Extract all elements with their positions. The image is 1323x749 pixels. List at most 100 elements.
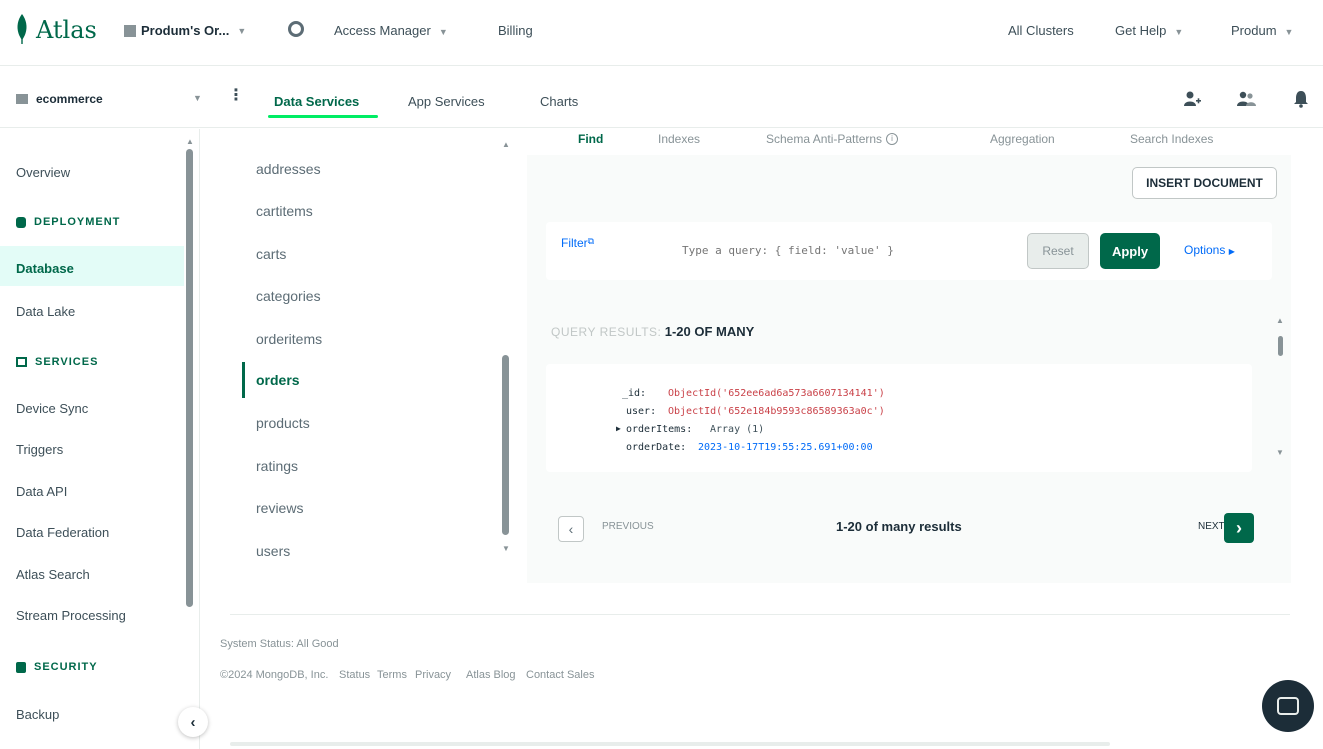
collection-item[interactable]: carts — [256, 246, 286, 262]
filter-label: Filter — [561, 236, 588, 250]
services-icon — [16, 357, 27, 367]
insert-document-button[interactable]: INSERT DOCUMENT — [1132, 167, 1277, 199]
results-summary: 1-20 of many results — [836, 519, 962, 534]
organization-selector[interactable]: Produm's Or... ▼ — [124, 23, 246, 38]
footer-link-contact-sales[interactable]: Contact Sales — [526, 669, 594, 681]
user-name: Produm — [1231, 23, 1277, 38]
previous-page-button[interactable]: ‹ — [558, 516, 584, 542]
collection-item[interactable]: reviews — [256, 500, 303, 516]
collection-item-active[interactable]: orders — [256, 372, 300, 388]
reset-button[interactable]: Reset — [1027, 233, 1089, 269]
chevron-left-icon: ‹ — [190, 713, 196, 731]
tab-app-services[interactable]: App Services — [408, 94, 485, 109]
query-filter-input[interactable] — [646, 237, 1001, 263]
chevron-down-icon: ▼ — [1174, 27, 1184, 37]
tab-search-indexes[interactable]: Search Indexes — [1130, 132, 1213, 146]
results-scrollbar[interactable] — [1278, 336, 1283, 356]
scroll-up-arrow-icon[interactable]: ▲ — [502, 140, 510, 149]
doc-field-key: orderDate: — [626, 442, 687, 453]
scroll-down-arrow-icon[interactable]: ▼ — [502, 544, 510, 553]
footer-divider — [230, 614, 1290, 615]
nav-device-sync[interactable]: Device Sync — [16, 401, 88, 416]
project-name: ecommerce — [36, 92, 103, 106]
doc-field-value: 2023-10-17T19:55:25.691+00:00 — [698, 442, 873, 453]
collections-scrollbar[interactable] — [502, 355, 509, 535]
left-nav-scrollbar[interactable] — [186, 149, 193, 607]
doc-field-key: _id: — [622, 388, 647, 399]
nav-database[interactable]: Database — [16, 261, 74, 276]
user-menu[interactable]: Produm ▼ — [1231, 23, 1293, 38]
collection-item[interactable]: products — [256, 415, 310, 431]
tab-charts[interactable]: Charts — [540, 94, 578, 109]
org-settings-gear-icon[interactable] — [288, 21, 304, 37]
more-options-icon[interactable]: ⋮ — [228, 85, 244, 105]
scroll-up-arrow-icon[interactable]: ▲ — [186, 137, 194, 146]
tab-schema-anti-patterns-label: Schema Anti-Patterns — [766, 132, 883, 146]
previous-label: PREVIOUS — [602, 521, 654, 532]
nav-atlas-search[interactable]: Atlas Search — [16, 567, 90, 582]
chat-icon — [1277, 697, 1299, 715]
expand-caret-icon[interactable]: ▶ — [616, 424, 621, 433]
atlas-logo-text[interactable]: Atlas — [36, 16, 97, 44]
building-icon — [124, 24, 136, 37]
top-navigation-bar: Atlas Produm's Or... ▼ Access Manager ▼ B… — [0, 0, 1323, 66]
scroll-down-arrow-icon[interactable]: ▼ — [1276, 448, 1284, 457]
scroll-up-arrow-icon[interactable]: ▲ — [1276, 316, 1284, 325]
collection-item[interactable]: addresses — [256, 161, 321, 177]
project-selector[interactable]: ecommerce — [16, 92, 103, 106]
apply-button[interactable]: Apply — [1100, 233, 1160, 269]
doc-field-value: ObjectId('652e184b9593c86589363a0c') — [668, 406, 885, 417]
system-status[interactable]: System Status: All Good — [220, 638, 339, 650]
collection-item[interactable]: cartitems — [256, 203, 313, 219]
billing-link[interactable]: Billing — [498, 23, 533, 38]
project-bar: ecommerce ▼ ⋮ Data Services App Services… — [0, 66, 1323, 128]
nav-stream-processing[interactable]: Stream Processing — [16, 608, 126, 623]
tab-schema-anti-patterns[interactable]: Schema Anti-Patterns i — [766, 132, 899, 146]
horizontal-scrollbar[interactable] — [230, 742, 1110, 746]
access-manager-menu[interactable]: Access Manager ▼ — [334, 23, 448, 38]
options-toggle[interactable]: Options ▶ — [1184, 243, 1235, 257]
folder-icon — [16, 94, 28, 104]
options-label: Options — [1184, 243, 1226, 257]
doc-field-value: ObjectId('652ee6ad6a573a6607134141') — [668, 388, 885, 399]
chevron-down-icon: ▼ — [1284, 27, 1294, 37]
chat-support-button[interactable] — [1262, 680, 1314, 732]
nav-backup[interactable]: Backup — [16, 707, 59, 722]
doc-field-key: user: — [626, 406, 657, 417]
project-users-icon[interactable] — [1237, 90, 1257, 108]
footer-link-terms[interactable]: Terms — [377, 669, 407, 681]
nav-overview[interactable]: Overview — [16, 165, 70, 180]
query-results-header: QUERY RESULTS: 1-20 OF MANY — [551, 324, 754, 339]
external-link-icon: ⧉ — [587, 236, 595, 246]
lock-icon — [16, 661, 26, 673]
pagination-bar: ‹ PREVIOUS 1-20 of many results NEXT › — [546, 500, 1272, 556]
chevron-down-icon[interactable]: ▼ — [193, 93, 202, 103]
collection-item[interactable]: ratings — [256, 458, 298, 474]
footer-link-privacy[interactable]: Privacy — [415, 669, 451, 681]
next-page-button[interactable]: › — [1224, 513, 1254, 543]
tab-find[interactable]: Find — [578, 132, 603, 146]
chevron-right-icon: › — [1236, 517, 1242, 538]
collection-item[interactable]: categories — [256, 288, 321, 304]
collection-item[interactable]: users — [256, 543, 290, 559]
footer-link-atlas-blog[interactable]: Atlas Blog — [466, 669, 516, 681]
get-help-label: Get Help — [1115, 23, 1167, 38]
invite-user-icon[interactable] — [1183, 90, 1201, 108]
footer-link-status[interactable]: Status — [339, 669, 370, 681]
collection-item[interactable]: orderitems — [256, 331, 322, 347]
get-help-menu[interactable]: Get Help ▼ — [1115, 23, 1183, 38]
collapse-sidebar-button[interactable]: ‹ — [178, 707, 208, 737]
nav-data-api[interactable]: Data API — [16, 484, 67, 499]
notifications-bell-icon[interactable] — [1293, 90, 1309, 108]
nav-triggers[interactable]: Triggers — [16, 442, 63, 457]
next-label: NEXT — [1198, 521, 1225, 532]
filter-link[interactable]: Filter⧉ — [561, 236, 594, 250]
document-card: _id: ObjectId('652ee6ad6a573a6607134141'… — [546, 364, 1252, 472]
filter-bar: Filter⧉ Reset Apply Options ▶ — [546, 222, 1272, 280]
tab-indexes[interactable]: Indexes — [658, 132, 700, 146]
nav-data-federation[interactable]: Data Federation — [16, 525, 109, 540]
tab-data-services[interactable]: Data Services — [274, 94, 359, 109]
nav-data-lake[interactable]: Data Lake — [16, 304, 75, 319]
tab-aggregation[interactable]: Aggregation — [990, 132, 1055, 146]
all-clusters-link[interactable]: All Clusters — [1008, 23, 1074, 38]
